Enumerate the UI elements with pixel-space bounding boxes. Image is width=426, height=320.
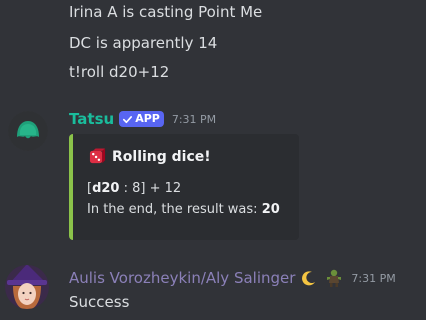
goblin-icon (327, 269, 342, 287)
tatsu-avatar-icon[interactable] (8, 111, 48, 151)
roll-modifier: + 12 (149, 181, 182, 196)
timestamp[interactable]: 7:31 PM (172, 113, 216, 126)
check-icon (123, 115, 133, 123)
dice-embed: Rolling dice! [d20 : 8] + 12 In the end,… (69, 134, 299, 240)
timestamp[interactable]: 7:31 PM (351, 272, 395, 285)
roll-result: In the end, the result was: 20 (87, 202, 280, 217)
witch-avatar-icon[interactable] (5, 262, 49, 312)
moon-icon (301, 270, 317, 286)
embed-title: Rolling dice! (89, 148, 211, 165)
result-value: 20 (261, 202, 280, 217)
app-badge: APP (119, 111, 164, 127)
message-text: Irina A is casting Point Me (69, 3, 263, 21)
result-prefix: In the end, the result was: (87, 202, 258, 217)
message-header: Aulis Vorozheykin/Aly Salinger 7:31 PM (69, 268, 396, 288)
message-text: DC is apparently 14 (69, 34, 218, 52)
message-text: Success (69, 293, 130, 311)
die-label: d20 (92, 181, 120, 196)
embed-title-text: Rolling dice! (112, 148, 211, 165)
message-header: Tatsu APP 7:31 PM (69, 109, 216, 129)
badge-label: APP (135, 112, 160, 125)
tatsu-username[interactable]: Tatsu (69, 110, 114, 128)
die-result: 8 (132, 181, 141, 196)
dice-icon (89, 148, 106, 164)
aulis-username[interactable]: Aulis Vorozheykin/Aly Salinger (69, 269, 295, 287)
roll-detail: [d20 : 8] + 12 (87, 181, 182, 196)
message-text: t!roll d20+12 (69, 63, 170, 81)
